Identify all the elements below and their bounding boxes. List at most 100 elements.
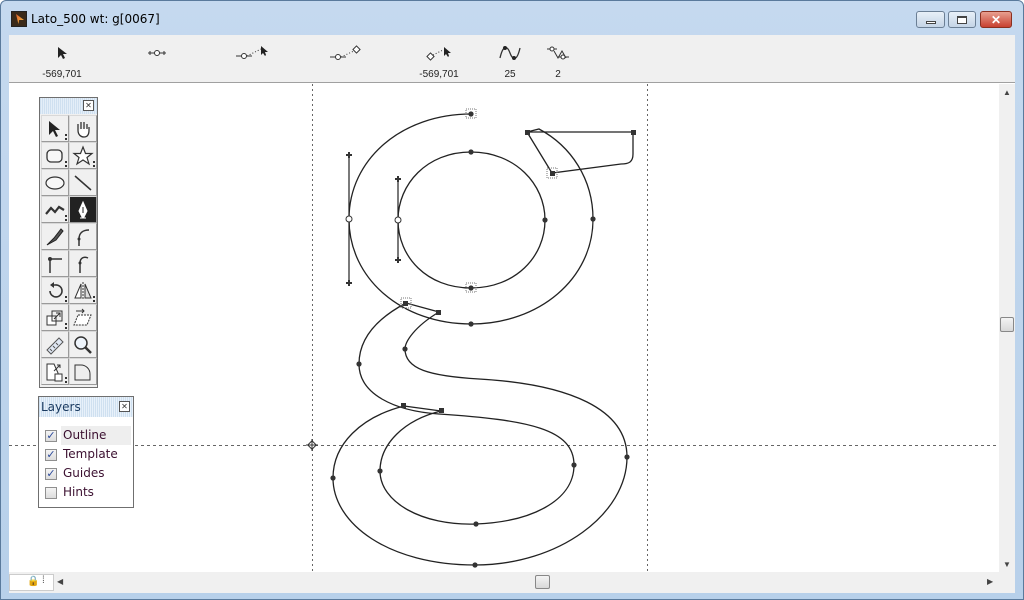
layers-panel: Layers ✕ ✓ Outline ✓ Template ✓ Guides H… (38, 396, 134, 508)
link-inner-contour (332, 311, 628, 566)
tool-rectangle[interactable] (41, 142, 69, 169)
submenu-indicator-icon (65, 215, 67, 221)
point-to-point-readout (327, 43, 367, 69)
arrow-icon (49, 120, 60, 137)
scroll-right-arrow-icon[interactable]: ▶ (987, 577, 993, 586)
tool-flip[interactable] (69, 277, 97, 304)
outline-checkbox[interactable]: ✓ (45, 430, 57, 442)
pointer-position: -569,701 (37, 43, 87, 80)
rounded-rect-icon (46, 148, 63, 163)
perspective-icon (46, 363, 63, 381)
curve-point-icon (77, 228, 90, 246)
layer-template[interactable]: ✓ Template (39, 445, 133, 464)
scroll-left-arrow-icon[interactable]: ◀ (57, 577, 63, 586)
submenu-indicator-icon (65, 377, 67, 383)
fontforge-app-icon (11, 11, 27, 27)
tool-pen[interactable] (69, 196, 97, 223)
tool-pointer[interactable] (41, 115, 69, 142)
maximize-button[interactable] (948, 11, 976, 28)
tool-palette: ✕ (39, 97, 98, 388)
size-grip[interactable] (999, 572, 1015, 593)
ruler-icon (46, 336, 64, 355)
tangent-point-icon (78, 255, 89, 273)
quarter-circle-icon (74, 364, 91, 380)
offset-readout: -569,701 (414, 43, 464, 80)
maximize-icon (957, 15, 967, 24)
point-readout (139, 43, 175, 69)
tool-ruler[interactable] (41, 331, 69, 358)
hints-checkbox[interactable] (45, 487, 57, 499)
freehand-icon (45, 205, 65, 215)
hand-icon (77, 121, 90, 138)
tool-3d-rotate[interactable] (69, 358, 97, 385)
tool-rotate[interactable] (41, 277, 69, 304)
layer-guides[interactable]: ✓ Guides (39, 464, 133, 483)
glyph-canvas[interactable]: ✕ Layers ✕ ✓ Outline ✓ Template ✓ Guides… (9, 84, 999, 572)
rotate-icon (49, 281, 63, 298)
offset-pointer-icon (426, 47, 451, 61)
tool-star[interactable] (69, 142, 97, 169)
curve-angle-readout: 25 (497, 43, 523, 80)
star-icon (72, 144, 94, 165)
tool-scale[interactable] (41, 304, 69, 331)
submenu-indicator-icon (65, 161, 67, 167)
pointer-arrow-icon (58, 47, 67, 59)
ear-contour (526, 131, 634, 174)
tool-perspective[interactable] (41, 358, 69, 385)
submenu-indicator-icon (93, 296, 95, 302)
magnify-icon (74, 335, 92, 354)
tool-tangent-point[interactable] (69, 250, 97, 277)
tool-line[interactable] (69, 169, 97, 196)
scroll-up-arrow-icon[interactable]: ▲ (1003, 88, 1011, 97)
title-bar: Lato_500 wt: g[0067] ✕ (1, 1, 1023, 35)
submenu-indicator-icon (93, 161, 95, 167)
tool-curve-point[interactable] (69, 223, 97, 250)
tool-hand[interactable] (69, 115, 97, 142)
submenu-indicator-icon (65, 296, 67, 302)
tool-knife[interactable] (41, 223, 69, 250)
point-to-pointer-icon (236, 46, 268, 59)
layer-outline[interactable]: ✓ Outline (39, 426, 133, 445)
guides-checkbox[interactable]: ✓ (45, 468, 57, 480)
pointer-info-bar: -569,701 -569,701 25 2 (9, 35, 1015, 83)
tool-freehand[interactable] (41, 196, 69, 223)
close-icon[interactable]: ✕ (83, 100, 94, 111)
horizontal-scrollbar[interactable]: 🔒 ⁞ ◀ ▶ (9, 572, 999, 593)
lock-icon[interactable]: 🔒 (27, 576, 39, 587)
tool-palette-header[interactable]: ✕ (40, 98, 97, 114)
distance-readout: 2 (545, 43, 571, 80)
layer-hints[interactable]: Hints (39, 483, 133, 502)
layers-panel-header[interactable]: Layers ✕ (39, 397, 133, 417)
submenu-indicator-icon (65, 323, 67, 329)
client-area: -569,701 -569,701 25 2 ✕ Layers ✕ ✓ Outl… (9, 35, 1015, 593)
point-icon (148, 50, 166, 56)
vertical-scroll-thumb[interactable] (1000, 317, 1014, 332)
line-icon (74, 174, 92, 191)
tool-corner-point[interactable] (41, 250, 69, 277)
ellipse-icon (45, 175, 65, 190)
scale-icon (46, 310, 63, 325)
dots-icon: ⁞ (42, 575, 45, 586)
origin-marker (306, 439, 318, 451)
tool-ellipse[interactable] (41, 169, 69, 196)
template-checkbox[interactable]: ✓ (45, 449, 57, 461)
point-to-pointer-readout (233, 43, 273, 69)
glyph-editor-window: Lato_500 wt: g[0067] ✕ -569,701 -569,701… (0, 0, 1024, 600)
status-box: 🔒 ⁞ (9, 574, 54, 591)
horizontal-scroll-thumb[interactable] (535, 575, 550, 589)
knife-icon (46, 227, 64, 245)
tool-magnify[interactable] (69, 331, 97, 358)
minimize-icon (925, 21, 936, 24)
bowl-inner-contour (397, 151, 546, 289)
scroll-down-arrow-icon[interactable]: ▼ (1003, 560, 1011, 569)
skew-icon (73, 308, 92, 325)
minimize-button[interactable] (916, 11, 945, 28)
corner-point-icon (48, 256, 62, 273)
close-icon[interactable]: ✕ (119, 401, 130, 412)
close-button[interactable]: ✕ (980, 11, 1012, 28)
vertical-scrollbar[interactable]: ▲ ▼ (999, 84, 1015, 572)
close-icon: ✕ (990, 12, 1002, 27)
flip-icon (74, 281, 92, 300)
curve-angle-icon (499, 46, 521, 60)
tool-skew[interactable] (69, 304, 97, 331)
